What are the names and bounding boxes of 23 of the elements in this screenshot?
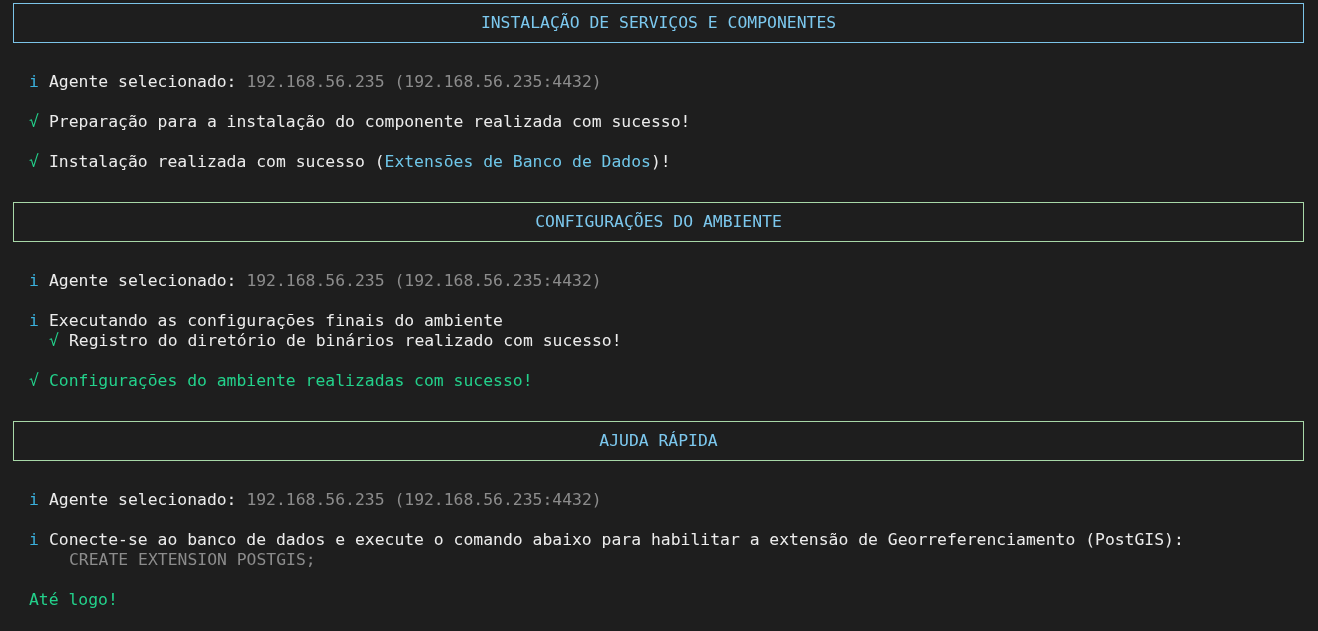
banner-title: CONFIGURAÇÕES DO AMBIENTE: [535, 212, 782, 232]
log-message: Agente selecionado: 192.168.56.235 (192.168.56.235:4432): [49, 72, 602, 92]
info-marker: i: [29, 271, 40, 291]
check-mark: √: [29, 371, 40, 391]
info-marker: i: [29, 530, 40, 550]
log-message: Configurações do ambiente realizadas com sucesso!: [49, 371, 533, 391]
log-message: Executando as configurações finais do ambiente: [49, 311, 503, 331]
banner-title: INSTALAÇÃO DE SERVIÇOS E COMPONENTES: [480, 13, 837, 33]
log-message: Preparação para a instalação do componente realizada com sucesso!: [49, 112, 691, 132]
banner-title: AJUDA RÁPIDA: [599, 431, 718, 451]
check-mark: √: [29, 112, 40, 132]
info-marker: i: [29, 490, 40, 510]
log-message: CREATE EXTENSION POSTGIS;: [69, 550, 316, 570]
check-mark: √: [29, 152, 40, 172]
log-message: Conecte-se ao banco de dados e execute o comando abaixo para habilitar a extensão de Georreferenciamento (PostGIS):: [49, 530, 1184, 550]
log-message: Instalação realizada com sucesso (Extensões de Banco de Dados)!: [49, 152, 671, 172]
log-message: Registro do diretório de binários realizado com sucesso!: [69, 331, 622, 351]
log-message: Agente selecionado: 192.168.56.235 (192.168.56.235:4432): [49, 271, 602, 291]
check-mark: √: [49, 331, 60, 351]
info-marker: i: [29, 311, 40, 331]
log-message: Agente selecionado: 192.168.56.235 (192.168.56.235:4432): [49, 490, 602, 510]
log-message: Até logo!: [29, 590, 118, 610]
info-marker: i: [29, 72, 40, 92]
